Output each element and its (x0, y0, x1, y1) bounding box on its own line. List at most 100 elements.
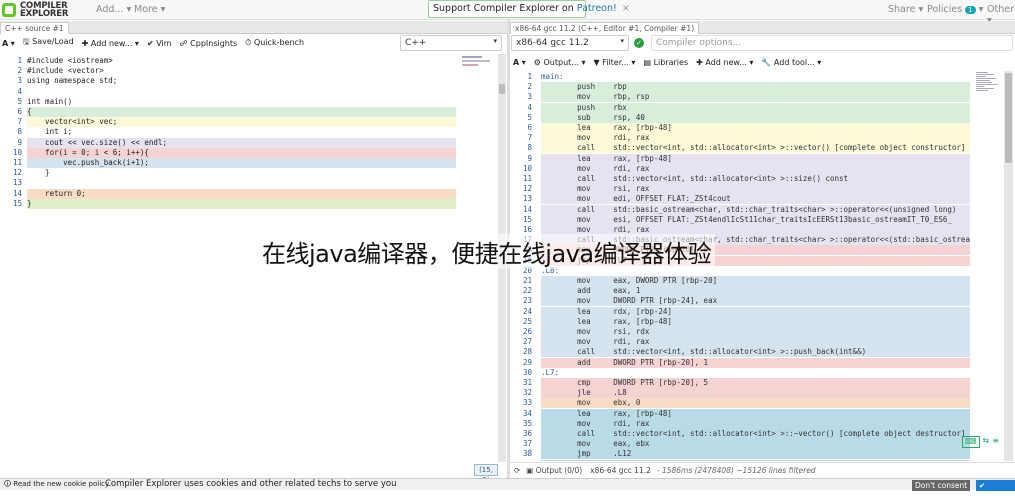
asm-line-number: 22 (522, 286, 532, 296)
more-menu[interactable]: More ▾ (134, 4, 165, 15)
compiler-options-input[interactable]: Compiler options... (651, 35, 1013, 51)
asm-line-number: 30 (522, 367, 532, 377)
asm-scrollbar[interactable] (1004, 71, 1013, 461)
asm-line[interactable]: push rbx (541, 102, 970, 113)
asm-line[interactable]: lea rax, [rbp-48] (541, 123, 970, 133)
asm-line[interactable]: call std::basic_ostream<char, std::char_… (541, 204, 970, 215)
line-number: 15 (12, 198, 22, 208)
code-line[interactable]: int main() (27, 97, 456, 107)
asm-line[interactable]: call std::vector<int, std::allocator<int… (541, 429, 970, 439)
asm-add-new-button[interactable]: ✚ Add new... ▾ (696, 58, 753, 67)
line-number: 8 (17, 127, 22, 137)
code-line[interactable]: vec.push_back(i+1); (27, 158, 456, 168)
add-new-button[interactable]: ✚ Add new... ▾ (82, 39, 139, 48)
asm-line[interactable]: sub rsp, 40 (541, 112, 970, 123)
settings-icon[interactable]: ≡ (992, 436, 999, 448)
asm-line[interactable]: mov ebx, 0 (541, 398, 970, 409)
source-minimap[interactable] (460, 54, 496, 70)
output-menu[interactable]: ⚙ Output... ▾ (534, 58, 586, 67)
keyboard-icon[interactable]: ⌨ (962, 436, 980, 448)
history-icon[interactable]: ⇆ (983, 436, 990, 448)
code-line[interactable]: } (27, 198, 456, 209)
asm-line[interactable]: mov rsi, rax (541, 184, 970, 195)
code-line[interactable]: { (27, 107, 456, 117)
code-line[interactable] (27, 87, 456, 97)
consent-button[interactable]: ✔ Consent (976, 480, 1015, 501)
asm-line[interactable]: mov rbx, rax (541, 459, 970, 461)
patreon-close-icon[interactable]: × (622, 3, 630, 14)
tab-source[interactable]: C++ source #1 (0, 22, 69, 34)
share-menu[interactable]: Share ▾ (888, 4, 923, 15)
cppinsights-button[interactable]: ☍ CppInsights (180, 39, 238, 48)
asm-minimap[interactable] (975, 71, 1001, 161)
asm-line[interactable]: cmp DWORD PTR [rbp-20], 5 (541, 378, 970, 388)
code-line[interactable]: #include <iostream> (27, 56, 456, 66)
asm-line[interactable]: call std::vector<int, std::allocator<int… (541, 143, 970, 154)
asm-line[interactable]: mov rbp, rsp (541, 92, 970, 103)
recompile-icon[interactable]: ⟳ (514, 466, 520, 475)
asm-line[interactable]: mov rdi, rax (541, 163, 970, 174)
output-status[interactable]: ▣ Output (0/0) (526, 466, 582, 475)
libraries-button[interactable]: ▤ Libraries (643, 58, 688, 67)
asm-line[interactable]: mov rsi, rdx (541, 327, 970, 337)
asm-line[interactable]: jle .L8 (541, 388, 970, 399)
asm-line[interactable]: jmp .L12 (541, 449, 970, 460)
status-timing: - 1586ms (2478408) ~15126 lines filtered (656, 466, 816, 475)
code-line[interactable]: for(i = 0; i < 6; i++){ (27, 147, 456, 158)
asm-line-number: 16 (522, 225, 532, 234)
asm-line-number: 6 (527, 123, 532, 132)
filter-menu[interactable]: ▼ Filter... ▾ (593, 58, 635, 67)
asm-line-number: 25 (522, 316, 532, 326)
line-number: 5 (17, 96, 22, 106)
asm-line[interactable]: lea rax, [rbp-48] (541, 316, 970, 327)
asm-font-size-button[interactable]: A ▾ (513, 58, 526, 67)
asm-pane-icons: ⌨ ⇆ ≡ (962, 436, 1012, 448)
code-line[interactable]: vector<int> vec; (27, 117, 456, 128)
asm-label[interactable]: main: (541, 72, 970, 82)
add-menu[interactable]: Add... ▾ (96, 4, 131, 15)
vim-button[interactable]: ✔ Vim (147, 39, 172, 48)
font-size-button[interactable]: A ▾ (2, 39, 15, 48)
policies-menu[interactable]: Policies 1 ▾ (927, 4, 983, 15)
asm-line[interactable]: mov eax, ebx (541, 439, 970, 450)
asm-line[interactable]: lea rax, [rbp-48] (541, 408, 970, 419)
patreon-link[interactable]: Patreon! (577, 3, 617, 14)
save-load-button[interactable]: 🖫 Save/Load (23, 36, 74, 50)
asm-line[interactable]: mov esi, OFFSET FLAT:_ZSt4endlIcSt11char… (541, 214, 970, 225)
code-line[interactable]: #include <vector> (27, 66, 456, 76)
asm-line[interactable]: mov rdi, rax (541, 133, 970, 144)
quickbench-button[interactable]: ⏱ Quick-bench (245, 38, 304, 48)
asm-line-number: 34 (522, 408, 532, 418)
asm-line[interactable]: mov eax, DWORD PTR [rbp-20] (541, 276, 970, 286)
add-tool-button[interactable]: 🔧 Add tool... ▾ (761, 58, 821, 67)
code-line[interactable]: return 0; (27, 188, 456, 199)
compiler-explorer-logo[interactable]: COMPILER EXPLORER (2, 1, 90, 19)
code-line[interactable]: int i; (27, 127, 456, 137)
asm-line[interactable]: mov rdi, rax (541, 337, 970, 348)
patreon-banner[interactable]: Support Compiler Explorer on Patreon! × (428, 0, 630, 18)
asm-line[interactable]: lea rax, [rbp-48] (541, 153, 970, 164)
tab-compiler[interactable]: x86-64 gcc 11.2 (C++, Editor #1, Compile… (510, 22, 700, 34)
asm-line[interactable]: add DWORD PTR [rbp-20], 1 (541, 357, 970, 368)
asm-line[interactable]: mov edi, OFFSET FLAT:_ZSt4cout (541, 194, 970, 205)
code-line[interactable]: using namespace std; (27, 76, 456, 86)
policies-badge: 1 (965, 6, 976, 14)
top-navbar: COMPILER EXPLORER Add... ▾ More ▾ Suppor… (0, 0, 1015, 26)
asm-line[interactable]: push rbp (541, 82, 970, 93)
language-select[interactable]: C++ ▾ (400, 35, 502, 51)
asm-line[interactable]: call std::vector<int, std::allocator<int… (541, 174, 970, 184)
cookie-policy-link[interactable]: 🛈 Read the new cookie policy (4, 480, 109, 491)
compiler-select[interactable]: x86-64 gcc 11.2 ▾ (511, 35, 629, 51)
asm-line[interactable]: add eax, 1 (541, 286, 970, 297)
asm-line-number: 28 (522, 347, 532, 357)
code-line[interactable]: cout << vec.size() << endl; (27, 137, 456, 148)
code-line[interactable] (27, 178, 456, 188)
asm-line[interactable]: lea rdx, [rbp-24] (541, 306, 970, 317)
asm-label[interactable]: .L7: (541, 368, 970, 378)
asm-line[interactable]: mov rdi, rax (541, 418, 970, 429)
asm-line[interactable]: mov DWORD PTR [rbp-24], eax (541, 296, 970, 307)
dont-consent-button[interactable]: Don't consent (912, 480, 971, 491)
asm-line[interactable]: call std::vector<int, std::allocator<int… (541, 347, 970, 358)
code-line[interactable]: } (27, 168, 456, 178)
asm-line-number: 38 (522, 449, 532, 459)
